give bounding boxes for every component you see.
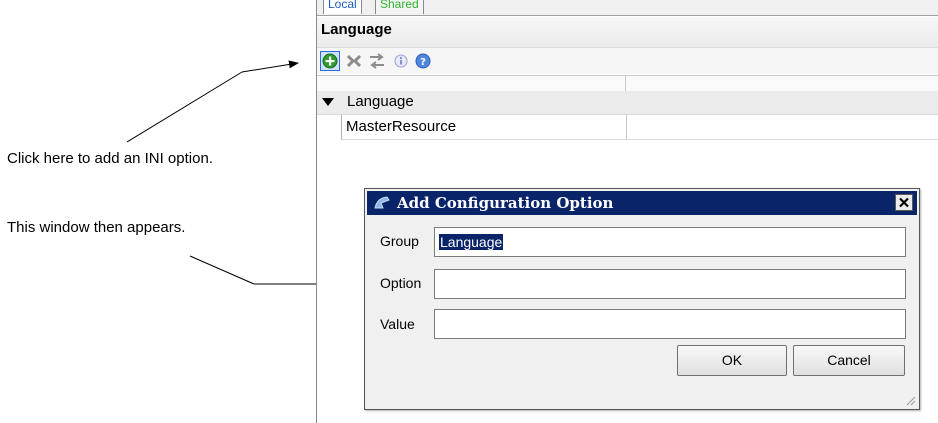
group-row-language[interactable]: Language	[317, 91, 938, 115]
help-icon: ?	[415, 53, 431, 69]
group-field[interactable]: Language	[434, 227, 906, 257]
dialog-app-icon	[374, 196, 390, 209]
arrow-to-dialog	[189, 255, 255, 285]
grid-header	[317, 75, 938, 92]
option-name: MasterResource	[346, 118, 457, 135]
info-icon	[394, 54, 408, 68]
tab-shared[interactable]: Shared	[375, 0, 424, 14]
value-label: Value	[380, 316, 415, 332]
move-icon	[370, 53, 384, 69]
tab-strip: Local Shared	[317, 0, 938, 16]
add-option-button[interactable]	[320, 51, 340, 71]
dialog-title: Add Configuration Option	[397, 194, 614, 212]
group-label: Group	[380, 233, 419, 249]
collapse-triangle-icon[interactable]	[322, 98, 334, 107]
group-label: Language	[347, 93, 414, 110]
ok-button[interactable]: OK	[677, 345, 787, 376]
arrow-to-add-button	[126, 71, 243, 143]
option-row[interactable]: MasterResource	[341, 115, 938, 140]
add-icon	[322, 53, 338, 69]
close-icon	[899, 197, 909, 208]
section-header: Language	[317, 17, 938, 48]
resize-grip-icon[interactable]	[904, 394, 916, 406]
tab-local[interactable]: Local	[323, 0, 362, 14]
move-button[interactable]	[367, 51, 387, 71]
svg-text:?: ?	[420, 57, 426, 68]
info-button[interactable]	[391, 51, 411, 71]
delete-button[interactable]	[344, 51, 364, 71]
delete-icon	[346, 54, 362, 68]
add-configuration-option-dialog: Add Configuration Option Group Language …	[364, 188, 920, 410]
help-button[interactable]: ?	[413, 51, 433, 71]
value-field[interactable]	[434, 309, 906, 339]
option-label: Option	[380, 275, 422, 291]
option-field[interactable]	[434, 269, 906, 299]
dialog-titlebar[interactable]: Add Configuration Option	[367, 191, 917, 215]
close-button[interactable]	[895, 194, 913, 211]
cancel-button[interactable]: Cancel	[793, 345, 905, 376]
group-field-value: Language	[439, 234, 504, 250]
toolbar: ?	[317, 48, 938, 74]
section-title: Language	[321, 21, 392, 38]
